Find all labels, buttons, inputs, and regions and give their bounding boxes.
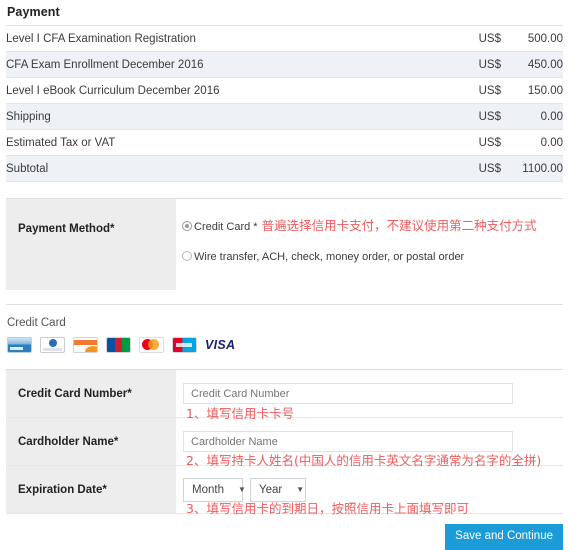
payment-option-wire-transfer[interactable]: Wire transfer, ACH, check, money order, … bbox=[182, 251, 563, 263]
payment-option-credit-card[interactable]: Credit Card * 普遍选择信用卡支付，不建议使用第二种支付方式 bbox=[182, 215, 563, 234]
radio-unselected-icon[interactable] bbox=[182, 251, 192, 262]
expiration-month-value: Month bbox=[192, 483, 224, 496]
table-row: Shipping US$ 0.00 bbox=[6, 103, 563, 130]
page-title: Payment bbox=[7, 5, 60, 19]
row-amount: 500.00 bbox=[501, 25, 563, 52]
generic-card-icon bbox=[7, 337, 32, 353]
annotation-note-1: 1、填写信用卡卡号 bbox=[186, 406, 294, 421]
expiration-month-select[interactable]: Month ▼ bbox=[183, 477, 246, 502]
jcb-icon bbox=[106, 337, 131, 353]
table-row: CFA Exam Enrollment December 2016 US$ 45… bbox=[6, 51, 563, 78]
row-description: Subtotal bbox=[6, 155, 457, 182]
cardholder-name-label: Cardholder Name* bbox=[6, 418, 176, 465]
row-currency: US$ bbox=[457, 103, 501, 130]
row-amount: 150.00 bbox=[501, 77, 563, 104]
payment-method-row: Payment Method* Credit Card * 普遍选择信用卡支付，不… bbox=[6, 199, 563, 290]
table-row: Level I eBook Curriculum December 2016 U… bbox=[6, 77, 563, 104]
diners-club-icon bbox=[40, 337, 65, 353]
table-row-subtotal: Subtotal US$ 1100.00 bbox=[6, 155, 563, 182]
annotation-note-2: 2、填写持卡人姓名(中国人的信用卡英文名字通常为名字的全拼) bbox=[186, 453, 542, 468]
row-description: Shipping bbox=[6, 103, 457, 130]
radio-selected-icon[interactable] bbox=[182, 221, 192, 232]
row-currency: US$ bbox=[457, 77, 501, 104]
expiration-year-select[interactable]: Year ▼ bbox=[250, 477, 306, 502]
accepted-cards-list: VISA bbox=[0, 335, 569, 355]
table-row: Level I CFA Examination Registration US$… bbox=[6, 25, 563, 52]
credit-card-form: Credit Card Number* Cardholder Name* Exp… bbox=[6, 369, 563, 516]
payment-option-credit-card-label: Credit Card * bbox=[194, 221, 258, 233]
discover-icon bbox=[73, 337, 98, 353]
row-description: Level I CFA Examination Registration bbox=[6, 25, 457, 52]
row-currency: US$ bbox=[457, 155, 501, 182]
annotation-note-3: 3、填写信用卡的到期日，按照信用卡上面填写即可 bbox=[186, 501, 469, 516]
row-currency: US$ bbox=[457, 129, 501, 156]
row-amount: 1100.00 bbox=[501, 155, 563, 182]
credit-card-section-heading: Credit Card bbox=[7, 317, 66, 329]
chevron-down-icon: ▼ bbox=[237, 484, 246, 494]
amex-icon bbox=[172, 337, 197, 353]
card-number-input[interactable] bbox=[183, 383, 513, 404]
payment-method-label: Payment Method* bbox=[6, 199, 176, 290]
table-row: Estimated Tax or VAT US$ 0.00 bbox=[6, 129, 563, 156]
row-description: Estimated Tax or VAT bbox=[6, 129, 457, 156]
row-description: Level I eBook Curriculum December 2016 bbox=[6, 77, 457, 104]
row-amount: 0.00 bbox=[501, 103, 563, 130]
visa-icon: VISA bbox=[205, 337, 236, 352]
cardholder-name-input[interactable] bbox=[183, 431, 513, 452]
row-amount: 450.00 bbox=[501, 51, 563, 78]
row-description: CFA Exam Enrollment December 2016 bbox=[6, 51, 457, 78]
row-currency: US$ bbox=[457, 25, 501, 52]
annotation-credit-card-note: 普遍选择信用卡支付，不建议使用第二种支付方式 bbox=[261, 218, 537, 233]
payment-option-wire-label: Wire transfer, ACH, check, money order, … bbox=[194, 251, 465, 263]
form-actions: Save and Continue bbox=[6, 524, 563, 550]
row-amount: 0.00 bbox=[501, 129, 563, 156]
expiration-date-label: Expiration Date* bbox=[6, 466, 176, 513]
save-and-continue-button[interactable]: Save and Continue bbox=[445, 524, 563, 550]
mastercard-icon bbox=[139, 337, 164, 353]
row-currency: US$ bbox=[457, 51, 501, 78]
payment-method-options: Credit Card * 普遍选择信用卡支付，不建议使用第二种支付方式 Wire… bbox=[176, 199, 563, 290]
card-number-label: Credit Card Number* bbox=[6, 370, 176, 417]
order-summary-table: Level I CFA Examination Registration US$… bbox=[6, 25, 563, 182]
expiration-year-value: Year bbox=[259, 483, 283, 496]
chevron-down-icon: ▼ bbox=[296, 484, 305, 494]
